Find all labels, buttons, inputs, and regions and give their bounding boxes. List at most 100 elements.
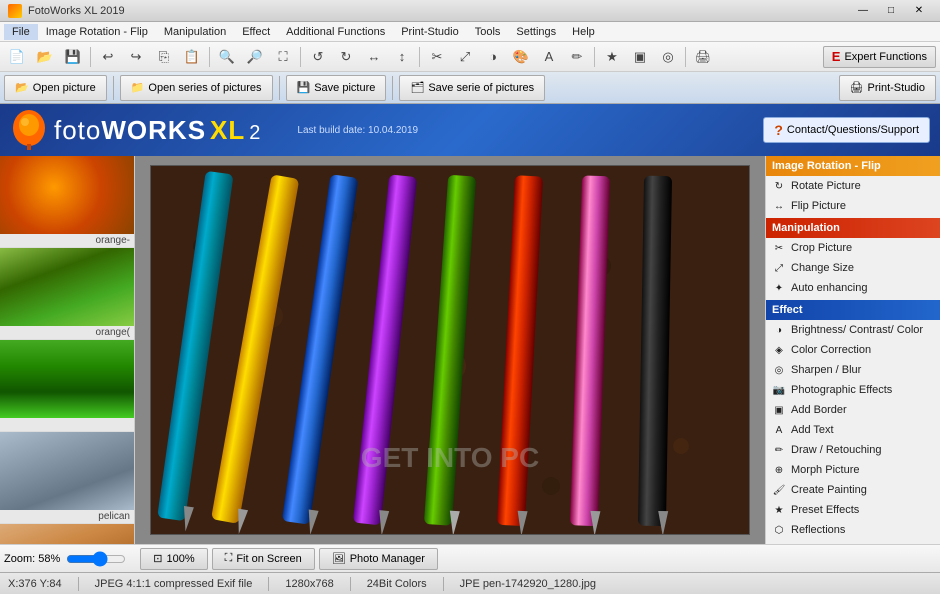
save-serie-label: Save serie of pictures bbox=[428, 82, 534, 94]
menu-help[interactable]: Help bbox=[564, 24, 603, 40]
create-painting-item[interactable]: 🖌 Create Painting bbox=[766, 480, 940, 500]
tool-open[interactable]: 📂 bbox=[32, 45, 58, 69]
zoom-100-button[interactable]: ⊡ 100% bbox=[140, 548, 207, 570]
draw-retouching-item[interactable]: ✏ Draw / Retouching bbox=[766, 440, 940, 460]
tool-undo[interactable]: ↩ bbox=[95, 45, 121, 69]
close-button[interactable]: ✕ bbox=[906, 3, 932, 19]
tool-zoom-out[interactable]: 🔎 bbox=[242, 45, 268, 69]
tool-fit[interactable]: ⛶ bbox=[270, 45, 296, 69]
tool-new[interactable]: 📄 bbox=[4, 45, 30, 69]
tool-flip-h[interactable]: ↔ bbox=[361, 45, 387, 69]
title-text: FotoWorks XL 2019 bbox=[28, 5, 125, 17]
add-text-item[interactable]: A Add Text bbox=[766, 420, 940, 440]
status-filename: JPE pen-1742920_1280.jpg bbox=[460, 578, 596, 590]
thumb-item-2[interactable] bbox=[0, 340, 134, 432]
photographic-effects-item[interactable]: 📷 Photographic Effects bbox=[766, 380, 940, 400]
morph-item[interactable]: ⊕ Morph Picture bbox=[766, 460, 940, 480]
title-bar-buttons: — □ ✕ bbox=[850, 3, 932, 19]
thumb-item-3[interactable]: pelican bbox=[0, 432, 134, 524]
sharpen-blur-item[interactable]: ◎ Sharpen / Blur bbox=[766, 360, 940, 380]
support-button[interactable]: ? Contact/Questions/Support bbox=[763, 117, 930, 143]
thumb-label-1: orange( bbox=[0, 326, 134, 339]
brightness-icon: ◑ bbox=[772, 323, 786, 337]
reflections-item[interactable]: ⬡ Reflections bbox=[766, 520, 940, 540]
add-border-item[interactable]: ▣ Add Border bbox=[766, 400, 940, 420]
thumb-item-1[interactable]: orange( bbox=[0, 248, 134, 340]
tool-paste[interactable]: 📋 bbox=[179, 45, 205, 69]
effect-header[interactable]: Effect bbox=[766, 300, 940, 320]
tool-text[interactable]: A bbox=[536, 45, 562, 69]
photo-manager-button[interactable]: 🖼 Photo Manager bbox=[319, 548, 438, 570]
tool-draw[interactable]: ✏ bbox=[564, 45, 590, 69]
menu-tools[interactable]: Tools bbox=[467, 24, 509, 40]
thumb-image-2 bbox=[0, 340, 135, 418]
open-series-label: Open series of pictures bbox=[148, 82, 261, 94]
reflections-label: Reflections bbox=[791, 524, 845, 536]
tool-brightness[interactable]: ◑ bbox=[480, 45, 506, 69]
crop-picture-item[interactable]: ✂ Crop Picture bbox=[766, 238, 940, 258]
zoom-slider[interactable] bbox=[66, 554, 126, 564]
tool-print[interactable]: 🖨 bbox=[690, 45, 716, 69]
flip-picture-item[interactable]: ↔ Flip Picture bbox=[766, 196, 940, 216]
tool-flip-v[interactable]: ↕ bbox=[389, 45, 415, 69]
tool-effects[interactable]: ★ bbox=[599, 45, 625, 69]
sharpen-blur-icon: ◎ bbox=[772, 363, 786, 377]
manipulation-header[interactable]: Manipulation bbox=[766, 218, 940, 238]
tool-save[interactable]: 💾 bbox=[60, 45, 86, 69]
zoom-label: Zoom: 58% bbox=[4, 553, 60, 565]
expert-functions-button[interactable]: E Expert Functions bbox=[823, 46, 936, 68]
thumb-image-3 bbox=[0, 432, 135, 510]
tool-border[interactable]: ▣ bbox=[627, 45, 653, 69]
menu-settings[interactable]: Settings bbox=[508, 24, 564, 40]
flip-picture-label: Flip Picture bbox=[791, 200, 846, 212]
color-correction-icon: ◈ bbox=[772, 343, 786, 357]
change-size-item[interactable]: ⤢ Change Size bbox=[766, 258, 940, 278]
menu-additional[interactable]: Additional Functions bbox=[278, 24, 393, 40]
menu-print[interactable]: Print-Studio bbox=[393, 24, 466, 40]
maximize-button[interactable]: □ bbox=[878, 3, 904, 19]
minimize-button[interactable]: — bbox=[850, 3, 876, 19]
tool-zoom-in[interactable]: 🔍 bbox=[214, 45, 240, 69]
tool-rotate-right[interactable]: ↻ bbox=[333, 45, 359, 69]
status-file-info: JPEG 4:1:1 compressed Exif file bbox=[95, 578, 253, 590]
menu-effect[interactable]: Effect bbox=[234, 24, 278, 40]
app-icon bbox=[8, 4, 22, 18]
color-correction-item[interactable]: ◈ Color Correction bbox=[766, 340, 940, 360]
save-picture-button[interactable]: 💾 Save picture bbox=[286, 75, 387, 101]
thumb-item-4[interactable]: person- bbox=[0, 524, 134, 544]
toolbar-sep-6 bbox=[685, 47, 686, 67]
auto-enhance-item[interactable]: ✦ Auto enhancing bbox=[766, 278, 940, 298]
open-series-button[interactable]: 📁 Open series of pictures bbox=[120, 75, 273, 101]
rotate-picture-label: Rotate Picture bbox=[791, 180, 861, 192]
rotation-header[interactable]: Image Rotation - Flip bbox=[766, 156, 940, 176]
tool-rotate-left[interactable]: ↺ bbox=[305, 45, 331, 69]
tool-copy[interactable]: ⎘ bbox=[151, 45, 177, 69]
toolbar: 📄 📂 💾 ↩ ↪ ⎘ 📋 🔍 🔎 ⛶ ↺ ↻ ↔ ↕ ✂ ⤢ ◑ 🎨 A ✏ … bbox=[0, 42, 940, 72]
thumb-image-4 bbox=[0, 524, 135, 544]
painting-icon: 🖌 bbox=[772, 483, 786, 497]
tool-resize[interactable]: ⤢ bbox=[452, 45, 478, 69]
add-text-label: Add Text bbox=[791, 424, 834, 436]
brightness-item[interactable]: ◑ Brightness/ Contrast/ Color bbox=[766, 320, 940, 340]
print-studio-button[interactable]: 🖨 Print-Studio bbox=[839, 75, 936, 101]
tool-sharpen[interactable]: ◎ bbox=[655, 45, 681, 69]
reflections-icon: ⬡ bbox=[772, 523, 786, 537]
open-picture-button[interactable]: 📂 Open picture bbox=[4, 75, 107, 101]
tool-redo[interactable]: ↪ bbox=[123, 45, 149, 69]
menu-file[interactable]: File bbox=[4, 24, 38, 40]
photographic-effects-icon: 📷 bbox=[772, 383, 786, 397]
thumb-item-0[interactable]: orange- bbox=[0, 156, 134, 248]
tool-color[interactable]: 🎨 bbox=[508, 45, 534, 69]
fit-screen-button[interactable]: ⛶ Fit on Screen bbox=[212, 548, 315, 570]
tool-crop[interactable]: ✂ bbox=[424, 45, 450, 69]
thumb-label-2 bbox=[0, 418, 134, 431]
preset-effects-item[interactable]: ★ Preset Effects bbox=[766, 500, 940, 520]
print-studio-icon: 🖨 bbox=[850, 81, 864, 94]
build-date: Last build date: 10.04.2019 bbox=[297, 125, 418, 136]
menu-manipulation[interactable]: Manipulation bbox=[156, 24, 234, 40]
save-serie-button[interactable]: 🗂 Save serie of pictures bbox=[399, 75, 545, 101]
rotate-picture-item[interactable]: ↻ Rotate Picture bbox=[766, 176, 940, 196]
status-coords: X:376 Y:84 bbox=[8, 578, 62, 590]
open-picture-label: Open picture bbox=[33, 82, 96, 94]
menu-rotation[interactable]: Image Rotation - Flip bbox=[38, 24, 156, 40]
